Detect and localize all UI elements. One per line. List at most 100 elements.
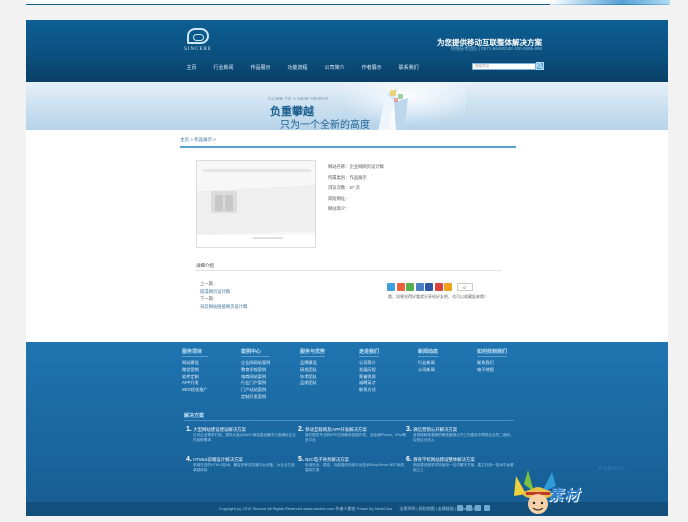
footer-col-cases: 案例中心 企业网网站案例 教育学校案例 电商网站案例 行业门户案例 门户站站案例… — [241, 348, 271, 401]
logo-text: SINCERE — [184, 47, 212, 52]
project-meta: 网站名称：企业网网页设计稿 所属类别：作品展示 浏览次数：67 次 简短网址： … — [328, 162, 384, 215]
footer-link[interactable]: 研发团队 — [300, 367, 325, 374]
logo-icon — [187, 28, 209, 44]
qq-icon[interactable] — [466, 505, 472, 511]
solution-title: 大型网站建设建设解决方案 — [193, 427, 246, 432]
footer-link[interactable]: SEO优化推广 — [182, 387, 208, 394]
nav-home[interactable]: 主页 — [178, 64, 205, 78]
share-tencent-icon[interactable] — [415, 283, 424, 291]
footer-link[interactable]: 网站建设 — [182, 360, 208, 367]
nav-process[interactable]: 功能流程 — [279, 64, 316, 78]
footer-col-title: 案例中心 — [241, 348, 271, 357]
solution-item[interactable]: 3. 微信营销公开解决方案 各领域精准营销的微信营销公开工作建设中帮助企业的二维… — [406, 426, 516, 443]
solution-desc: 各领域精准营销的微信营销公开工作建设中帮助企业的二维码，实现企业收入 — [413, 433, 514, 442]
search-icon — [537, 63, 543, 69]
page: SINCERE 为您提供移动互联整体解决方案 热线技术团队 | 0571-864… — [26, 20, 668, 516]
footer-link[interactable]: 企业网网站案例 — [241, 360, 270, 367]
search-button[interactable] — [536, 62, 544, 70]
footer-col-title: 走进我们 — [359, 349, 380, 357]
solution-title: 教育学校网站建设整体解决方案 — [413, 457, 475, 462]
footer-link[interactable]: 微信营销 — [182, 367, 208, 374]
footer-col-services: 服务项目 网站建设 微信营销 软件定制 APP开发 SEO优化推广 — [182, 348, 208, 394]
banner-tagline: CLIMB TO A NEW HEIGHT — [268, 96, 330, 101]
footer-col-find-us: 如何找到我们 联系我们 电子地图 — [477, 348, 508, 374]
watermark-text: 素材 — [548, 487, 581, 504]
search-input[interactable]: 搜索项目 — [472, 63, 536, 70]
solution-title: 微信营销公开解决方案 — [413, 427, 458, 432]
crystal-illustration — [378, 88, 408, 130]
meta-category: 所属类别：作品展示 — [328, 174, 367, 180]
solution-number: 2. — [298, 426, 304, 433]
solution-item[interactable]: 5. B2C电子商务解决方案 采用安全、稳定、功能强的电商平台技术ShopSer… — [298, 456, 408, 473]
meta-name: 网站名称：企业网网页设计稿 — [328, 164, 384, 169]
footer-col-news: 新闻动态 行业新闻 公司新闻 — [418, 348, 439, 374]
share-count: 0 — [456, 283, 473, 291]
project-preview-image — [197, 161, 315, 247]
footer-link[interactable]: 行业新闻 — [418, 360, 438, 367]
footer-link[interactable]: 电子地图 — [477, 367, 507, 374]
footer-col-title: 新闻动态 — [418, 349, 439, 357]
nav-about[interactable]: 公司简介 — [316, 64, 353, 78]
site-header: SINCERE 为您提供移动互联整体解决方案 热线技术团队 | 0571-864… — [26, 20, 668, 82]
share-note: 哦，如果觉得好看就分享给好友吧，也可以收藏起来哦！ — [388, 294, 488, 299]
detail-title: 详细介绍 — [196, 263, 214, 268]
share-douban-icon[interactable] — [434, 283, 443, 291]
solution-desc: 网站建设服务学校使用一站式解决方案，建立在统一技术平台基础之上 — [413, 463, 514, 472]
solution-item[interactable]: 2. 移动互联网及APP开发解决方案 我们提供专业的APP应用程序定制开发，涉及… — [298, 426, 408, 443]
wechat-icon[interactable] — [475, 505, 481, 511]
solution-number: 5. — [298, 456, 304, 463]
share-weibo-icon[interactable] — [396, 283, 405, 291]
solution-item[interactable]: 1. 大型网站建设建设解决方案 针对企业需求打造，提供大量从BA2C网站建设解决… — [186, 426, 296, 443]
share-wechat-icon[interactable] — [406, 283, 414, 291]
weibo-icon[interactable] — [457, 505, 463, 511]
meta-short-url: 简短网址： — [328, 195, 350, 201]
site-logo[interactable]: SINCERE — [178, 28, 218, 58]
share-more-icon[interactable] — [444, 283, 452, 291]
project-thumbnail[interactable] — [196, 160, 316, 248]
footer-link[interactable]: 发展历程 — [359, 367, 379, 374]
nav-authors[interactable]: 作者展示 — [353, 64, 390, 78]
footer-link[interactable]: 联系我们 — [477, 360, 507, 367]
footer-col-advantages: 服务与优势 品牌建设 研发团队 技术团队 品质团队 — [300, 348, 326, 387]
share-renren-icon[interactable] — [425, 283, 433, 291]
footer-link[interactable]: 品质团队 — [300, 380, 325, 387]
footer-col-title: 服务与优势 — [300, 349, 326, 357]
hero-banner: CLIMB TO A NEW HEIGHT 负重攀越 只为一个全新的高度 — [26, 82, 668, 130]
breadcrumb[interactable]: 主页 > 作品展示 > — [180, 137, 216, 143]
footer-link[interactable]: 公司新闻 — [418, 367, 438, 374]
solutions-title: 解决方案 — [184, 413, 205, 419]
rss-icon[interactable] — [484, 505, 490, 511]
footer-link[interactable]: 定制开发案例 — [241, 394, 270, 401]
footer-link[interactable]: 公司简介 — [359, 360, 379, 367]
meta-intro: 网站简介： — [328, 206, 350, 212]
solution-item[interactable]: 6. 教育学校网站建设整体解决方案 网站建设服务学校使用一站式解决方案，建立在统… — [406, 456, 516, 473]
meta-views: 浏览次数：67 次 — [328, 185, 360, 191]
footer-link[interactable]: 品牌建设 — [300, 360, 325, 367]
nav-works[interactable]: 作品展示 — [242, 64, 279, 78]
solution-desc: 我们提供专业的APP应用程序定制开发，涉及到iPhone、iPad等多平台 — [305, 433, 407, 442]
breadcrumb-divider — [180, 146, 516, 148]
footer-link[interactable]: 门户站站案例 — [241, 387, 270, 394]
footer-link[interactable]: 教育学校案例 — [241, 367, 270, 374]
corner-watermark: 专注素材分享 素材 — [512, 466, 676, 520]
solution-title: 移动互联网及APP开发解决方案 — [305, 427, 367, 432]
solution-number: 3. — [406, 426, 412, 433]
solution-number: 6. — [406, 456, 412, 463]
prev-link[interactable]: 搓澡网页设计稿 — [200, 289, 230, 294]
top-decoration — [550, 0, 670, 5]
footer-col-title: 如何找到我们 — [477, 349, 508, 357]
watermark-slogan: 专注素材分享 — [598, 466, 625, 471]
prev-next-links: 上一篇： 搓澡网页设计稿 下一篇： 海云网站链接网页设计稿 — [200, 280, 247, 310]
nav-industry-news[interactable]: 行业新闻 — [205, 64, 242, 78]
solution-number: 1. — [186, 426, 192, 433]
social-icons — [457, 505, 490, 511]
prev-label: 上一篇： — [200, 281, 218, 286]
next-link[interactable]: 海云网站链接网页设计稿 — [200, 304, 247, 309]
footer-link[interactable]: 联系方式 — [359, 387, 379, 394]
solution-desc: 采用安全、稳定、功能强的电商平台技术ShopServer B2C系统，高效打造 — [305, 463, 408, 472]
share-bar: 0 — [387, 283, 473, 291]
share-qzone-icon[interactable] — [387, 283, 395, 291]
solution-item[interactable]: 4. HTML5前端设计解决方案 采用先进的HTML5技术，兼容多种浏览器平台设… — [186, 456, 296, 473]
main-nav: 主页 行业新闻 作品展示 功能流程 公司简介 作者展示 联系我们 — [178, 64, 427, 78]
nav-contact[interactable]: 联系我们 — [390, 64, 427, 78]
